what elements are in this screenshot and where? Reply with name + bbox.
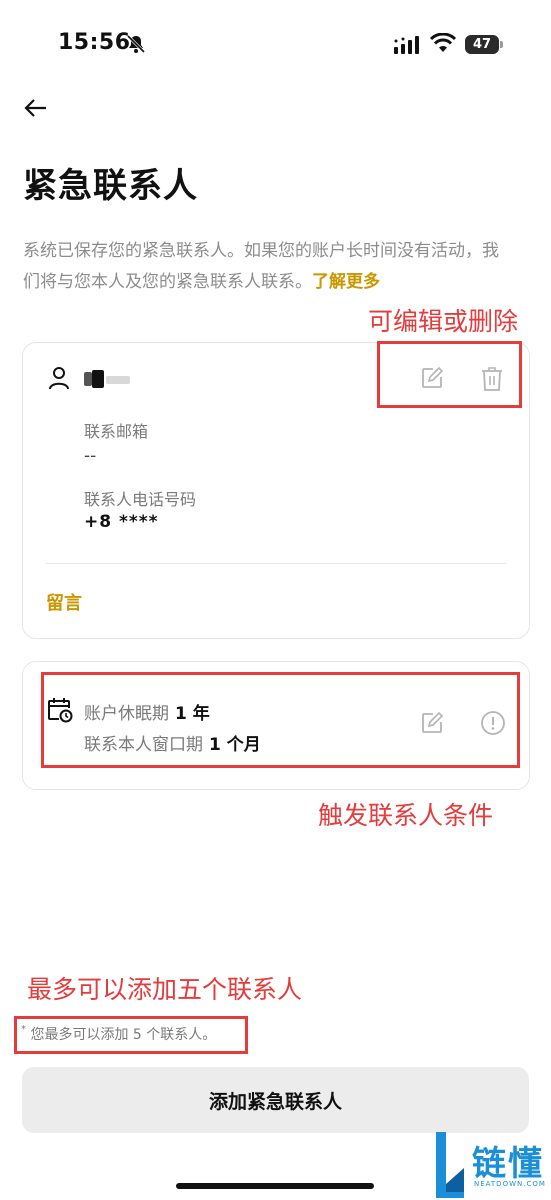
contact-name-masked xyxy=(84,370,132,388)
annotation-trigger: 触发联系人条件 xyxy=(318,801,494,830)
message-link[interactable]: 留言 xyxy=(46,589,82,615)
page-title: 紧急联系人 xyxy=(23,166,198,206)
card-divider xyxy=(46,563,506,564)
email-value: -- xyxy=(84,446,97,466)
signal-icon xyxy=(394,36,419,54)
annotation-edit-delete: 可编辑或删除 xyxy=(368,307,519,336)
add-emergency-contact-button[interactable]: 添加紧急联系人 xyxy=(22,1067,529,1133)
watermark-logo: 链懂 NEATDOWN.COM xyxy=(434,1128,551,1200)
battery-icon: 47 xyxy=(465,35,503,54)
highlight-box-footnote xyxy=(14,1016,248,1054)
watermark-sub: NEATDOWN.COM xyxy=(474,1180,546,1188)
battery-level: 47 xyxy=(465,35,499,54)
email-label: 联系邮箱 xyxy=(84,422,149,441)
back-arrow-icon[interactable] xyxy=(22,94,50,122)
wifi-icon xyxy=(430,33,456,52)
logo-mark-icon xyxy=(436,1132,464,1198)
home-indicator[interactable] xyxy=(176,1183,374,1189)
status-time: 15:56 xyxy=(58,30,131,55)
description-text: 系统已保存您的紧急联系人。如果您的账户长时间没有活动，我们将与您本人及您的紧急联… xyxy=(23,241,499,292)
status-bar: 15:56 47 xyxy=(0,0,551,90)
bell-muted-icon xyxy=(126,34,146,54)
person-icon xyxy=(49,367,69,390)
watermark-text: 链懂 xyxy=(472,1144,544,1184)
phone-value: +8 **** xyxy=(84,512,159,532)
page-description: 系统已保存您的紧急联系人。如果您的账户长时间没有活动，我们将与您本人及您的紧急联… xyxy=(23,236,513,298)
phone-label: 联系人电话号码 xyxy=(84,490,197,509)
highlight-box-conditions xyxy=(41,672,520,768)
learn-more-link[interactable]: 了解更多 xyxy=(312,272,380,292)
highlight-box-actions xyxy=(377,341,522,408)
annotation-max: 最多可以添加五个联系人 xyxy=(27,975,303,1004)
